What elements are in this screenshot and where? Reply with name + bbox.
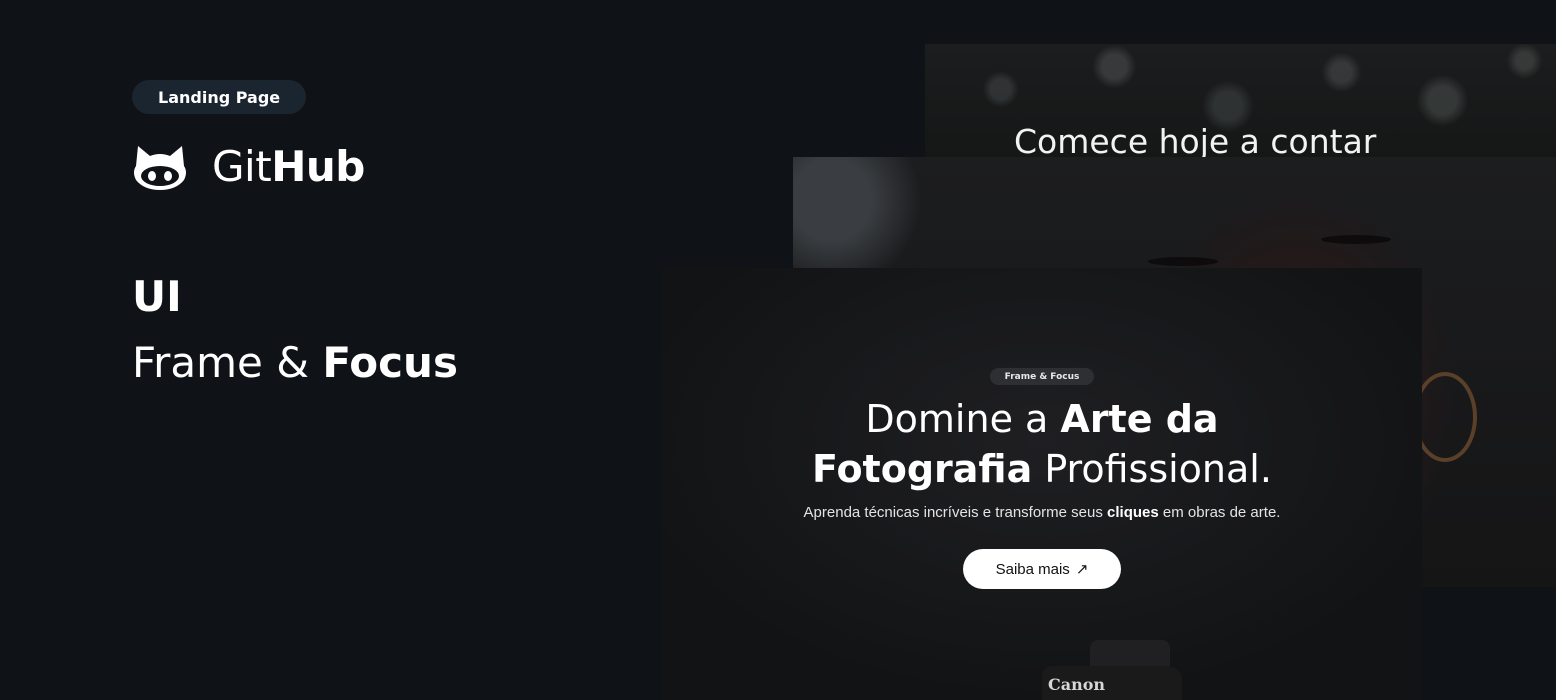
preview-frame-main: Frame & Focus Domine a Arte da Fotografi… bbox=[662, 268, 1422, 700]
hero-pill: Frame & Focus bbox=[990, 368, 1094, 385]
project-title-light: Frame & bbox=[132, 338, 323, 387]
headline-line1-regular: Domine a bbox=[865, 397, 1061, 441]
project-title-bold: Focus bbox=[322, 338, 458, 387]
section-label: UI bbox=[132, 272, 182, 321]
project-title: Frame & Focus bbox=[132, 338, 458, 387]
saiba-mais-button[interactable]: Saiba mais ↗ bbox=[963, 549, 1121, 589]
cta-label: Saiba mais bbox=[995, 560, 1070, 578]
hero-headline-line2: Fotografia Profissional. bbox=[662, 444, 1422, 494]
preview-frame-forest: Comece hoje a contar bbox=[925, 44, 1556, 157]
headline-line1-bold: Arte da bbox=[1060, 397, 1219, 441]
camera-brand-logo: Canon bbox=[1048, 675, 1106, 694]
brand-text-light: Git bbox=[212, 142, 272, 191]
portrait-eye-right bbox=[1321, 235, 1391, 244]
github-wordmark: GitHub bbox=[212, 142, 365, 192]
subline-bold: cliques bbox=[1107, 504, 1159, 521]
camera-image: Canon bbox=[962, 638, 1242, 700]
github-octocat-icon bbox=[134, 146, 186, 190]
github-brand: GitHub bbox=[132, 142, 365, 192]
subline-part-a: Aprenda técnicas incríveis e transforme … bbox=[803, 504, 1108, 521]
hero-subline: Aprenda técnicas incríveis e transforme … bbox=[662, 504, 1422, 521]
headline-line2-regular: Profissional. bbox=[1032, 447, 1272, 491]
headline-line2-bold: Fotografia bbox=[812, 447, 1033, 491]
arrow-up-right-icon: ↗ bbox=[1075, 561, 1089, 578]
landing-page-badge: Landing Page bbox=[132, 80, 307, 114]
portrait-eye-left bbox=[1148, 257, 1218, 266]
subline-part-b: em obras de arte. bbox=[1158, 504, 1281, 521]
portrait-earring bbox=[1413, 372, 1477, 462]
hero-headline-line1: Domine a Arte da bbox=[662, 394, 1422, 444]
brand-text-bold: Hub bbox=[271, 142, 365, 191]
forest-frame-title: Comece hoje a contar bbox=[1014, 122, 1377, 157]
